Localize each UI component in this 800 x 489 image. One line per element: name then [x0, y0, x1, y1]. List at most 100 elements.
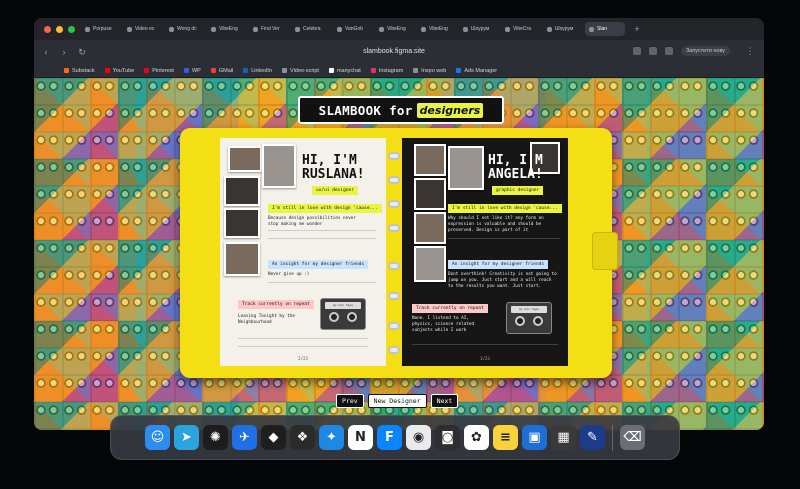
divider	[268, 238, 376, 239]
slambook-binder: HI, I'M RUSLANA! ux/ui designer I'm stil…	[180, 128, 618, 378]
browser-tab[interactable]: VibeEng	[375, 22, 415, 36]
bookmark-label: Substack	[72, 67, 95, 74]
browser-tab[interactable]: VibeCra	[501, 22, 541, 36]
greeting: HI, I'M	[302, 153, 357, 168]
site-title-main: SLAMBOOK for	[318, 102, 413, 118]
browser-tab[interactable]: Find Ver	[249, 22, 289, 36]
tab-label: Шоурум	[555, 26, 574, 32]
binder-rings	[386, 142, 402, 364]
tab-label: VanGob	[345, 26, 363, 32]
site-title: SLAMBOOK for designers	[298, 96, 504, 124]
zoom-window-button[interactable]	[68, 25, 75, 33]
answer-love: Why should I not like it? any form an ex…	[448, 216, 544, 233]
browser-tab[interactable]: Porpuse	[81, 22, 121, 36]
prompt-love: I'm still in love with design 'cause...	[448, 204, 562, 213]
bookmark-item[interactable]: Video-script	[282, 68, 319, 74]
browser-tab[interactable]: Celebra	[291, 22, 331, 36]
divider	[238, 346, 368, 347]
bookmark-label: YouTube	[112, 67, 135, 74]
calculator-icon[interactable]: ▦	[551, 425, 576, 450]
menu-icon[interactable]: ⋮	[744, 45, 756, 57]
browser-tab[interactable]: Wong dc	[165, 22, 205, 36]
chrome-icon[interactable]: ◉	[406, 425, 431, 450]
browser-tab[interactable]: VanGob	[333, 22, 373, 36]
prev-button[interactable]: Prev	[336, 394, 364, 408]
answer-insight: Dont overthink! Creativity is not going …	[448, 272, 557, 289]
designer-name: ANGELA!	[488, 167, 543, 182]
minimize-window-button[interactable]	[56, 25, 63, 33]
browser-tab[interactable]: Шоурум	[543, 22, 583, 36]
answer-track: None. I listend to AI, physics, science …	[412, 316, 475, 333]
bookmark-label: Instagram	[378, 67, 404, 74]
tab-favicon-icon	[211, 26, 216, 32]
safari-icon[interactable]: ✦	[319, 425, 344, 450]
portrait-photo	[262, 144, 296, 188]
perplexity-icon[interactable]: ✺	[203, 425, 228, 450]
testflight-icon[interactable]: ✈	[232, 425, 257, 450]
divider	[268, 230, 376, 231]
bookmark-item[interactable]: GMail	[210, 68, 233, 74]
figma-app-icon[interactable]: ◆	[261, 425, 286, 450]
trash-icon[interactable]: ⌫	[620, 425, 645, 450]
prompt-love: I'm still in love with design 'cause...	[268, 204, 382, 213]
screenshot-icon[interactable]: ◙	[435, 425, 460, 450]
new-designer-button[interactable]: New Designer	[367, 394, 427, 408]
dock-separator	[612, 424, 613, 451]
bookmark-favicon-icon	[282, 68, 288, 73]
back-icon[interactable]: ‹	[40, 46, 52, 58]
next-button[interactable]: Next	[430, 394, 459, 408]
photos-icon[interactable]: ✿	[464, 425, 489, 450]
browser-tab[interactable]: VibeEng	[417, 22, 457, 36]
reload-icon[interactable]: ↻	[76, 46, 88, 58]
bookmark-favicon-icon	[144, 68, 150, 73]
tab-favicon-icon	[547, 26, 552, 32]
browser-tab[interactable]: Video ec	[123, 22, 163, 36]
browser-tab[interactable]: VibeEng	[207, 22, 247, 36]
tab-label: Porpuse	[93, 26, 112, 32]
bookmark-item[interactable]: Instagram	[370, 67, 404, 74]
figma-icon[interactable]: ❖	[290, 425, 315, 450]
cassette-reel	[347, 312, 357, 322]
divider	[268, 282, 376, 283]
finder-icon[interactable]: ☺	[145, 425, 170, 450]
tab-favicon-icon	[589, 26, 594, 32]
tab-favicon-icon	[379, 26, 384, 32]
divider	[412, 344, 558, 345]
bookmark-item[interactable]: manychat	[328, 68, 361, 74]
forward-icon[interactable]: ›	[58, 46, 70, 58]
new-tab-icon[interactable]: +	[631, 23, 643, 35]
close-window-button[interactable]	[44, 25, 51, 33]
profile-icon[interactable]	[664, 47, 673, 55]
bookmark-item[interactable]: WP	[183, 68, 201, 74]
browser-tab[interactable]: Slan	[585, 22, 625, 36]
bookmark-item[interactable]: Inspo web	[413, 68, 446, 74]
tab-favicon-icon	[127, 26, 132, 32]
url-field[interactable]: slambook.figma.site	[294, 45, 494, 59]
files-icon[interactable]: ▣	[522, 425, 547, 450]
tab-favicon-icon	[421, 26, 426, 32]
divider	[448, 238, 560, 239]
bookmark-item[interactable]: YouTube	[104, 67, 135, 74]
bookmark-item[interactable]: Ads Manager	[456, 68, 497, 74]
bookmark-label: Inspo web	[421, 67, 447, 74]
extensions-icon[interactable]	[632, 47, 641, 55]
notion-icon[interactable]: N	[348, 425, 373, 450]
telegram-icon[interactable]: ➤	[174, 425, 199, 450]
notes-icon[interactable]: ≡	[493, 425, 518, 450]
relaunch-button[interactable]: Запустити нову	[680, 46, 730, 56]
framer-icon[interactable]: F	[377, 425, 402, 450]
bookmark-item[interactable]: LinkedIn	[243, 68, 272, 74]
browser-tab[interactable]: Шоурум	[459, 22, 499, 36]
page-number: 2/23	[298, 356, 308, 361]
bookmark-item[interactable]: Substack	[64, 68, 95, 74]
left-page: HI, I'M RUSLANA! ux/ui designer I'm stil…	[220, 138, 386, 366]
bookmark-favicon-icon	[328, 68, 334, 73]
tab-favicon-icon	[85, 26, 90, 32]
bookmark-star-icon[interactable]	[648, 47, 657, 55]
pencil-icon[interactable]: ✎	[580, 425, 605, 450]
bookmarks-bar: Substack YouTube Pinterest WP GMail LinkedIn V…	[34, 64, 764, 78]
bookmark-label: Pinterest	[152, 67, 174, 74]
tab-label: Video ec	[135, 26, 155, 32]
macos-dock: ☺ ➤ ✺ ✈ ◆ ❖ ✦ N F ◉ ◙ ✿ ≡ ▣ ▦ ✎ ⌫	[110, 415, 680, 460]
bookmark-item[interactable]: Pinterest	[144, 68, 174, 74]
